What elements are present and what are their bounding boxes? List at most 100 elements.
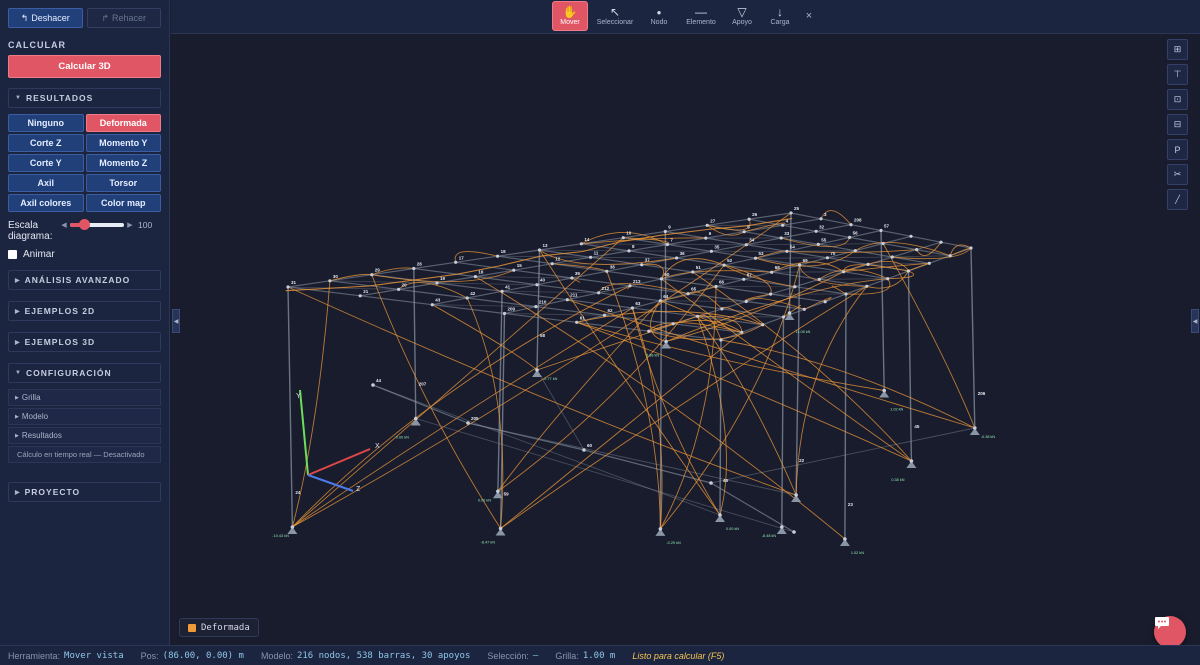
slider-left-icon[interactable]: ◀ — [58, 221, 70, 229]
roof-member — [940, 241, 972, 249]
section-cut-button[interactable]: ✂ — [1167, 164, 1188, 185]
view-perspective-button[interactable]: P — [1167, 139, 1188, 160]
result-moment-z-button[interactable]: Momento Z — [85, 154, 161, 172]
config-grid[interactable]: ▶ Grilla — [8, 389, 161, 406]
chat-button[interactable] — [1154, 616, 1186, 648]
node — [537, 248, 542, 252]
section-advanced[interactable]: ▶ ANÁLISIS AVANZADO — [8, 270, 161, 290]
result-torsion-button[interactable]: Torsor — [85, 174, 161, 192]
node — [853, 249, 857, 253]
view-top-button[interactable]: ⊤ — [1167, 64, 1188, 85]
result-moment-y-button[interactable]: Momento Y — [85, 134, 161, 152]
measure-button[interactable]: ╱ — [1167, 189, 1188, 210]
scale-slider[interactable] — [70, 219, 124, 230]
calculate-3d-button[interactable]: Calcular 3D — [8, 55, 161, 78]
roof-brace — [892, 255, 951, 258]
tool-element[interactable]: — Elemento — [683, 1, 719, 31]
3d-viewport[interactable]: 31 30 29 28 17 18 13 14 10 9 27 26 25 24 23 22 21 20 19 16 1… — [171, 35, 1200, 648]
scale-slider-thumb[interactable] — [78, 219, 90, 230]
tool-support[interactable]: ▽ Apoyo — [728, 1, 756, 31]
result-color-map-button[interactable]: Color map — [85, 194, 161, 212]
section-examples-3d[interactable]: ▶ EJEMPLOS 3D — [8, 332, 161, 352]
node-label: 12 — [555, 257, 561, 262]
node — [909, 234, 913, 238]
result-shear-y-button[interactable]: Corte Y — [8, 154, 84, 172]
section-examples-2d[interactable]: ▶ EJEMPLOS 2D — [8, 301, 161, 321]
node — [663, 229, 667, 234]
reaction-label: 11.08 kN — [796, 330, 811, 334]
column-member — [844, 293, 847, 540]
node — [430, 303, 434, 307]
result-deformed-button[interactable]: Deformada — [85, 114, 161, 132]
animate-toggle[interactable]: Animar — [8, 249, 161, 260]
result-axial-colors-button[interactable]: Axil colores — [8, 194, 84, 212]
chat-icon — [1155, 617, 1169, 629]
node — [742, 277, 746, 281]
node — [534, 305, 538, 309]
perspective-icon: P — [1174, 144, 1181, 155]
node — [664, 339, 668, 344]
view-front-button[interactable]: ⊡ — [1167, 89, 1188, 110]
realtime-calc-toggle[interactable]: Cálculo en tiempo real — Desactivado — [8, 446, 161, 463]
reaction-label: -0.38 kN — [981, 435, 996, 439]
redo-button[interactable]: ↱ Rehacer — [86, 8, 161, 28]
section-results[interactable]: ▼ RESULTADOS — [8, 88, 161, 108]
result-shear-z-button[interactable]: Corte Z — [8, 134, 84, 152]
node — [691, 270, 695, 274]
config-results[interactable]: ▶ Resultados — [8, 427, 161, 444]
section-project[interactable]: ▶ PROYECTO — [8, 482, 161, 502]
node — [709, 249, 714, 253]
node — [575, 320, 579, 324]
node — [969, 246, 973, 250]
node-label: 209 — [508, 307, 516, 312]
slider-right-icon[interactable]: ▶ — [124, 221, 136, 229]
node-label: 205 — [471, 416, 479, 421]
reaction-label: -8.48 kN — [762, 534, 777, 538]
supports — [287, 313, 980, 546]
chevron-left-icon: ◀ — [173, 318, 179, 325]
status-pos-label: Pos: — [140, 650, 159, 661]
sidebar-collapse-handle[interactable]: ◀ — [172, 309, 180, 333]
result-axial-button[interactable]: Axil — [8, 174, 84, 192]
node-label: 13 — [543, 243, 549, 248]
roof-member — [843, 271, 888, 280]
node-label: 70 — [830, 251, 836, 256]
section-configuration[interactable]: ▼ CONFIGURACIÓN — [8, 363, 161, 383]
node-label: 61 — [580, 315, 586, 320]
node — [582, 448, 586, 452]
node — [714, 284, 718, 289]
structure-3d-view[interactable]: 31 30 29 28 17 18 13 14 10 9 27 26 25 24 23 22 21 20 19 16 1… — [171, 35, 1200, 645]
tool-select[interactable]: ↖ Seleccionar — [595, 1, 635, 31]
node — [780, 525, 784, 529]
node-label: 210 — [539, 300, 547, 305]
node-label: 31 — [291, 280, 297, 285]
node — [781, 223, 785, 227]
toolbar-close-button[interactable]: × — [801, 1, 817, 31]
node-label: 15 — [517, 263, 523, 268]
node-label: 25 — [794, 206, 800, 211]
node-label: 20 — [402, 282, 408, 287]
reaction-label: 0.00 kN — [396, 436, 409, 440]
node — [825, 256, 830, 260]
right-panel-handle[interactable]: ◀ — [1191, 309, 1199, 333]
animate-checkbox[interactable] — [8, 250, 17, 259]
config-model[interactable]: ▶ Modelo — [8, 408, 161, 425]
node-label: 45 — [914, 424, 920, 429]
tool-load[interactable]: ↓ Carga — [766, 1, 794, 31]
node-label: 11 — [594, 250, 599, 255]
view-side-button[interactable]: ⊟ — [1167, 114, 1188, 135]
undo-button[interactable]: ↰ Deshacer — [8, 8, 83, 28]
result-buttons: Ninguno Deformada Corte Z Momento Y Cort… — [8, 114, 161, 212]
deformed-curve — [292, 307, 633, 528]
roof-member — [910, 235, 942, 243]
nodes — [286, 211, 977, 541]
tool-move[interactable]: ✋ Mover — [552, 1, 588, 31]
view-grid-button[interactable]: ⊞ — [1167, 39, 1188, 60]
chevron-down-icon: ▼ — [15, 370, 22, 376]
node — [819, 217, 823, 221]
node — [454, 260, 458, 264]
animate-label: Animar — [23, 249, 55, 260]
tool-node[interactable]: ● Nodo — [645, 1, 673, 31]
node-label: 68 — [775, 265, 781, 270]
result-none-button[interactable]: Ninguno — [8, 114, 84, 132]
